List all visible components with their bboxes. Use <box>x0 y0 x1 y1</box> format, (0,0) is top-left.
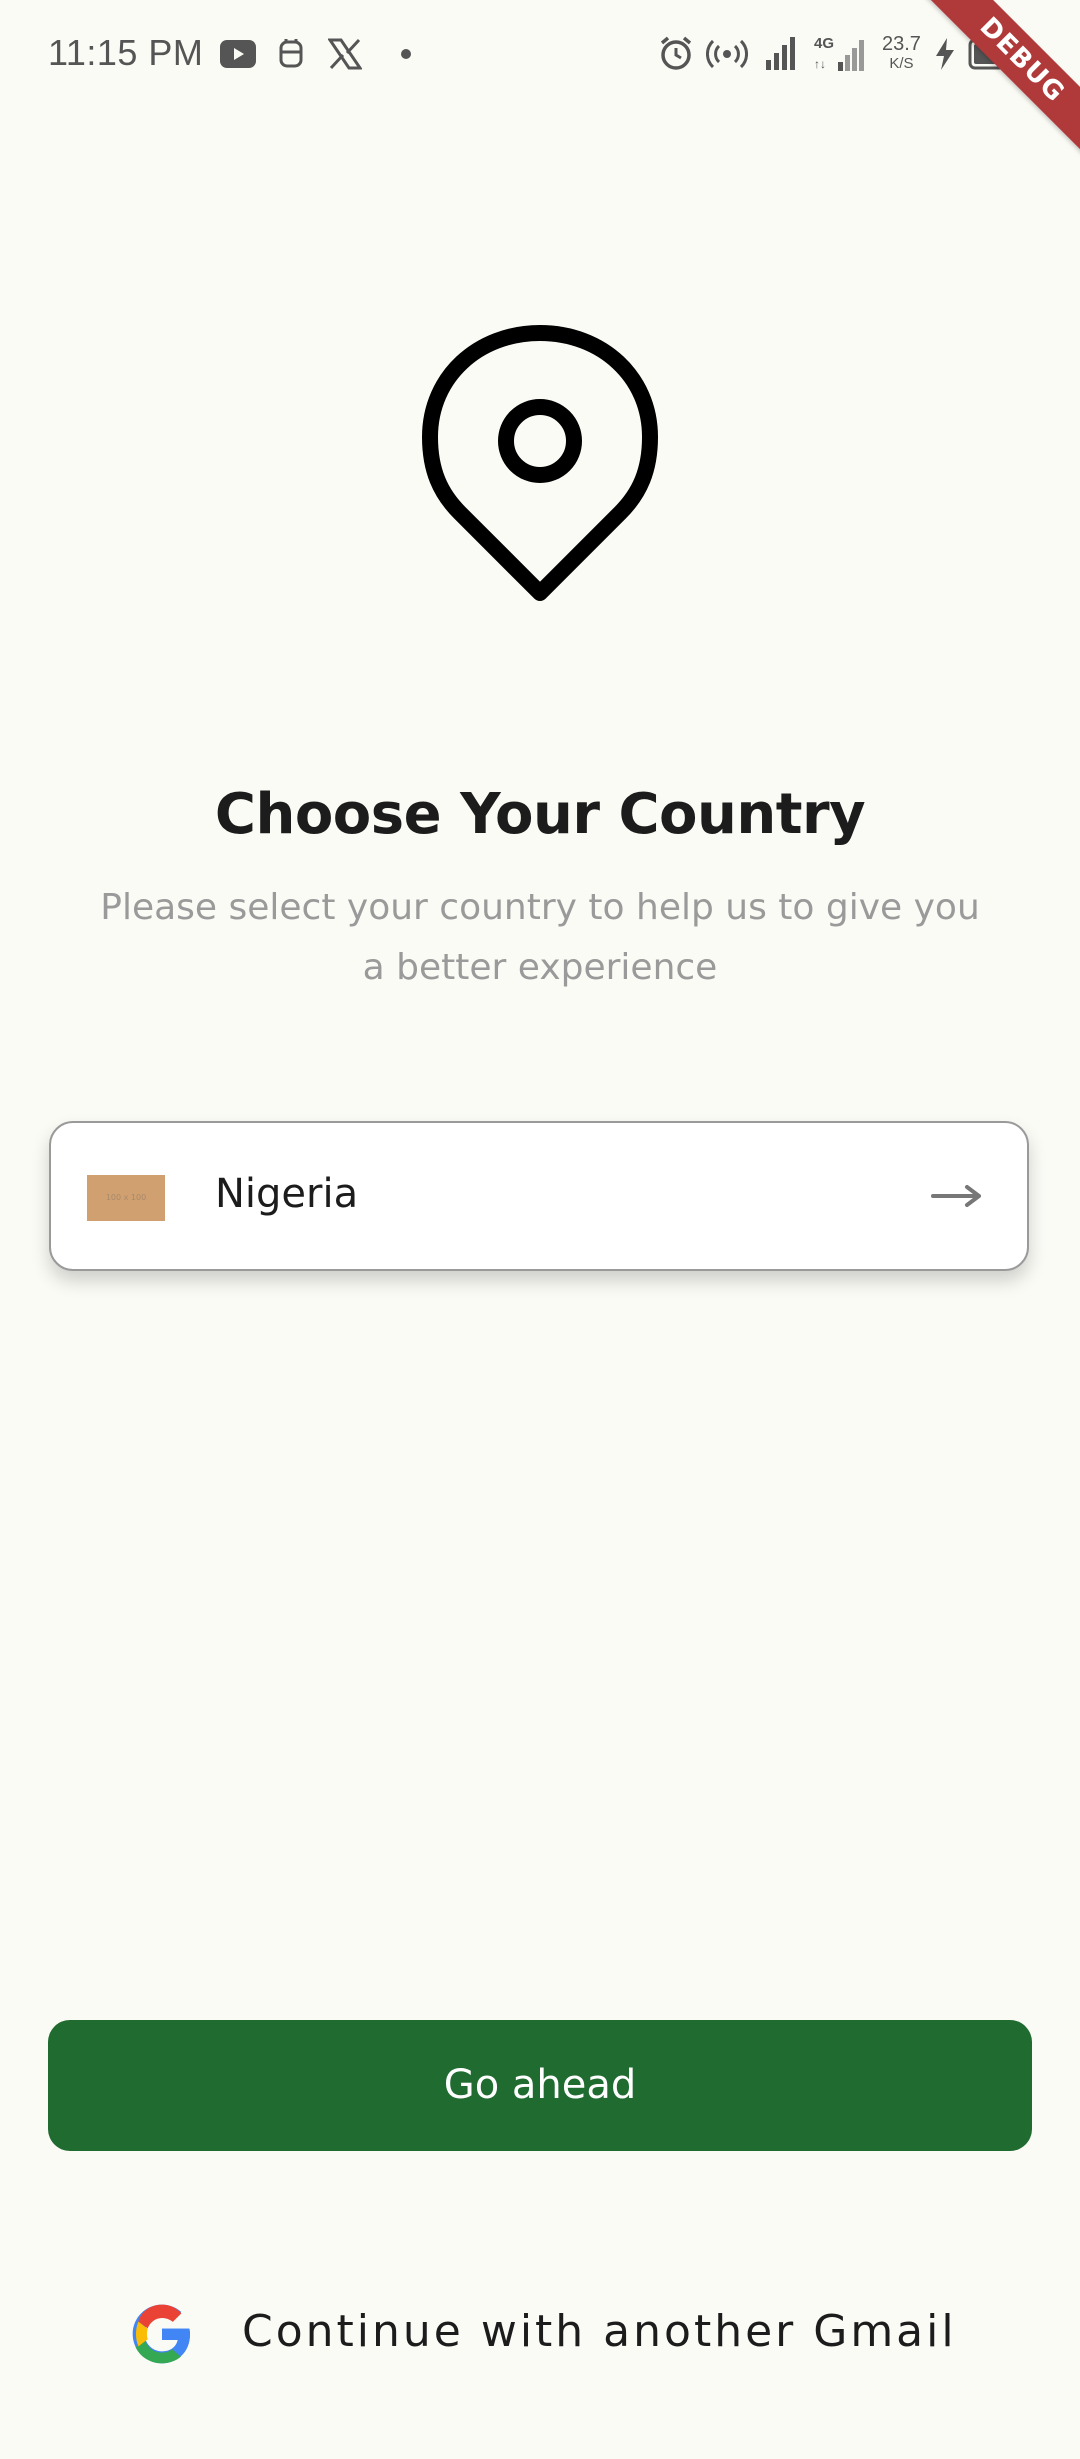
debug-banner-label: DEBUG <box>921 0 1080 161</box>
signal-icon <box>766 37 795 70</box>
selected-country-name: Nigeria <box>215 1171 359 1217</box>
page-title: Choose Your Country <box>214 782 866 847</box>
svg-text:↑↓: ↑↓ <box>814 57 826 71</box>
debug-banner: DEBUG <box>910 0 1080 170</box>
hotspot-icon <box>706 39 748 69</box>
continue-with-gmail-button[interactable]: Continue with another Gmail <box>130 2298 954 2370</box>
location-pin-icon <box>422 325 658 601</box>
youtube-icon <box>220 40 256 68</box>
x-logo-icon <box>328 38 362 70</box>
page-subtitle: Please select your country to help us to… <box>100 887 980 988</box>
alarm-icon <box>660 36 692 70</box>
country-flag-image: 100 x 100 <box>87 1175 165 1221</box>
svg-text:4G: 4G <box>814 35 834 52</box>
arrow-right-icon <box>931 1185 981 1207</box>
status-time: 11:15 PM <box>48 32 204 73</box>
flag-placeholder-text: 100 x 100 <box>105 1193 147 1202</box>
google-icon <box>132 2304 190 2364</box>
continue-with-gmail-label: Continue with another Gmail <box>242 2306 957 2357</box>
country-selector[interactable]: 100 x 100 Nigeria <box>49 1121 1029 1271</box>
signal-4g-icon: 4G ↑↓ <box>814 35 864 71</box>
go-ahead-button[interactable]: Go ahead <box>48 2020 1032 2151</box>
notification-dot-icon <box>401 49 411 59</box>
bot-icon <box>279 39 303 68</box>
